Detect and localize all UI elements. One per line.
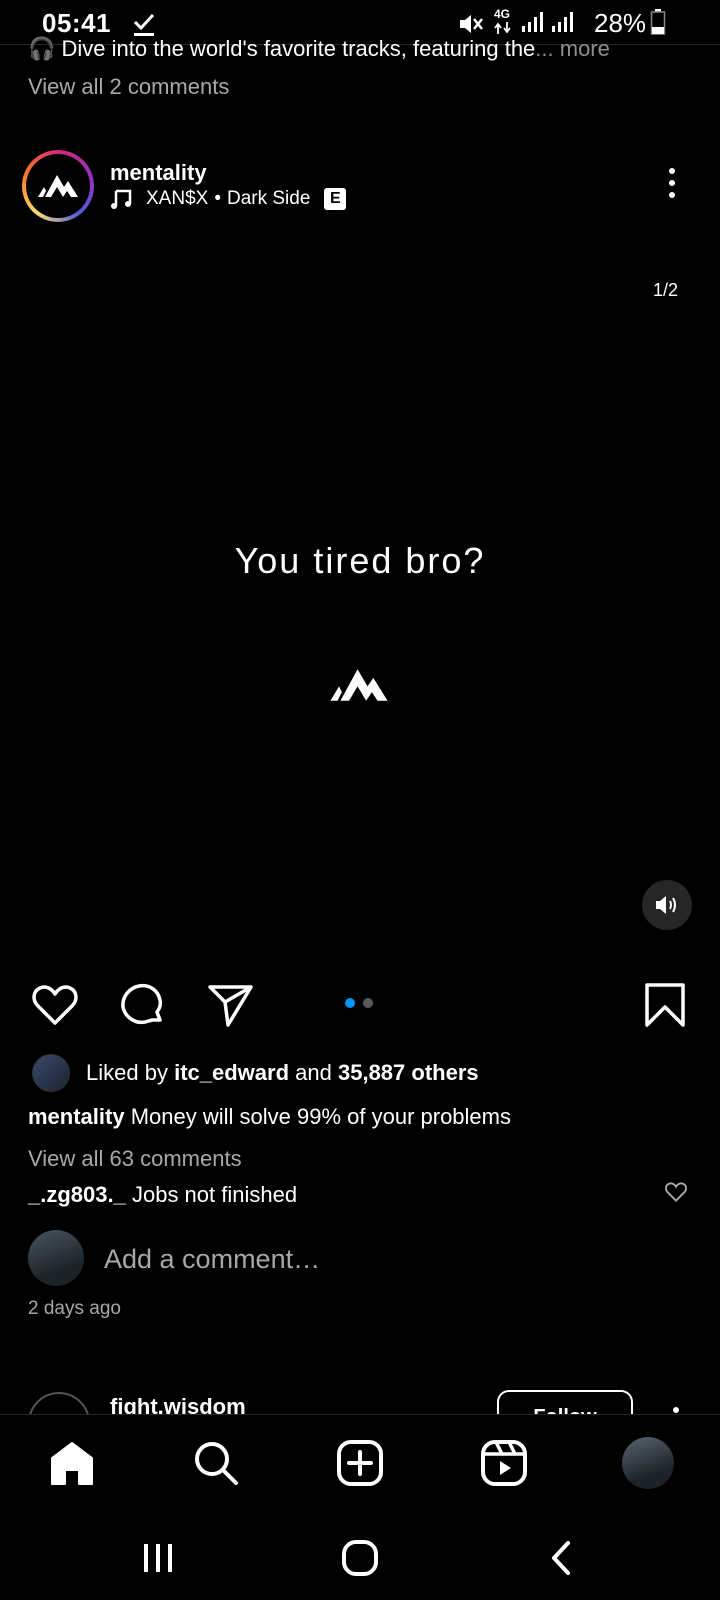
- nav-reels[interactable]: [476, 1435, 532, 1491]
- headphones-emoji: 🎧: [28, 36, 56, 61]
- liker-avatar: [32, 1054, 70, 1092]
- add-comment-input[interactable]: Add a comment…: [104, 1244, 320, 1275]
- previous-view-comments[interactable]: View all 2 comments: [28, 74, 229, 100]
- system-nav-bar: [0, 1510, 720, 1600]
- home-button[interactable]: [332, 1530, 388, 1586]
- liked-count: 35,887 others: [337, 1060, 479, 1085]
- send-icon[interactable]: [206, 980, 256, 1030]
- media-text: You tired bro?: [234, 540, 486, 581]
- carousel-dot-1: [345, 998, 355, 1008]
- caption-username[interactable]: mentality: [28, 1104, 125, 1129]
- speaker-icon: [656, 896, 676, 914]
- recent-apps-button[interactable]: [130, 1530, 186, 1586]
- music-title: Dark Side: [226, 188, 311, 209]
- music-note-icon: [111, 189, 132, 209]
- mentality-watermark-logo: [330, 669, 388, 701]
- back-button[interactable]: [534, 1530, 590, 1586]
- home-icon: [51, 1442, 93, 1485]
- add-square-icon: [337, 1440, 383, 1486]
- nav-search[interactable]: [188, 1435, 244, 1491]
- heart-icon[interactable]: [30, 980, 80, 1030]
- carousel-dots: [345, 998, 373, 1008]
- signal-icon-2: [552, 12, 573, 32]
- caption-text: Money will solve 99% of your problems: [130, 1104, 511, 1129]
- sound-toggle-button[interactable]: [642, 880, 692, 930]
- comment-icon[interactable]: [117, 980, 167, 1030]
- post-timestamp: 2 days ago: [28, 1298, 121, 1319]
- post-avatar[interactable]: [22, 150, 94, 222]
- post-caption: mentality Money will solve 99% of your p…: [28, 1104, 511, 1130]
- liked-by-user: itc_edward: [174, 1060, 290, 1085]
- carousel-dot-2: [363, 998, 373, 1008]
- download-done-icon: [133, 13, 155, 36]
- search-icon: [195, 1442, 238, 1485]
- view-all-comments[interactable]: View all 63 comments: [28, 1146, 242, 1172]
- nav-profile[interactable]: [620, 1435, 676, 1491]
- recent-apps-icon: [144, 1544, 172, 1572]
- battery-percent: 28%: [594, 8, 647, 38]
- battery-icon: [650, 9, 666, 35]
- previous-caption-more[interactable]: ... more: [535, 36, 610, 61]
- mute-vibrate-icon: [460, 15, 483, 33]
- current-user-avatar: [28, 1230, 84, 1286]
- home-circle-icon: [342, 1540, 378, 1576]
- music-attribution[interactable]: XAN$X • Dark Side E: [110, 188, 347, 210]
- network-type: 4G: [494, 7, 511, 21]
- reels-icon: [481, 1440, 527, 1486]
- nav-create[interactable]: [332, 1435, 388, 1491]
- explicit-badge: E: [324, 188, 347, 210]
- signal-icon-1: [522, 12, 543, 32]
- bottom-nav: [0, 1414, 720, 1510]
- previous-post-caption[interactable]: 🎧 Dive into the world's favorite tracks,…: [28, 36, 708, 62]
- mentality-logo-icon: [38, 175, 78, 197]
- comment-username[interactable]: _.zg803._: [28, 1182, 126, 1207]
- avatar-inner: [26, 154, 90, 218]
- comment-text: Jobs not finished: [131, 1182, 298, 1207]
- liked-by-row[interactable]: Liked by itc_edward and 35,887 others: [32, 1054, 479, 1092]
- nav-home[interactable]: [44, 1435, 100, 1491]
- music-separator: •: [214, 188, 221, 209]
- previous-caption-text: Dive into the world's favorite tracks, f…: [61, 36, 536, 61]
- post-username[interactable]: mentality: [110, 160, 207, 186]
- music-artist: XAN$X: [146, 188, 209, 209]
- bookmark-icon[interactable]: [640, 980, 690, 1030]
- top-comment: _.zg803._ Jobs not finished: [28, 1182, 690, 1208]
- profile-avatar: [622, 1437, 674, 1489]
- data-arrows-icon: [494, 22, 511, 34]
- back-chevron-icon: [552, 1541, 570, 1575]
- liked-by-text: Liked by itc_edward and 35,887 others: [86, 1060, 479, 1085]
- next-post-options-icon[interactable]: [673, 1407, 679, 1413]
- status-time: 05:41: [42, 8, 111, 38]
- comment-like-icon[interactable]: [664, 1180, 688, 1204]
- post-options-icon[interactable]: [666, 168, 678, 204]
- carousel-page-counter: 1/2: [652, 280, 678, 300]
